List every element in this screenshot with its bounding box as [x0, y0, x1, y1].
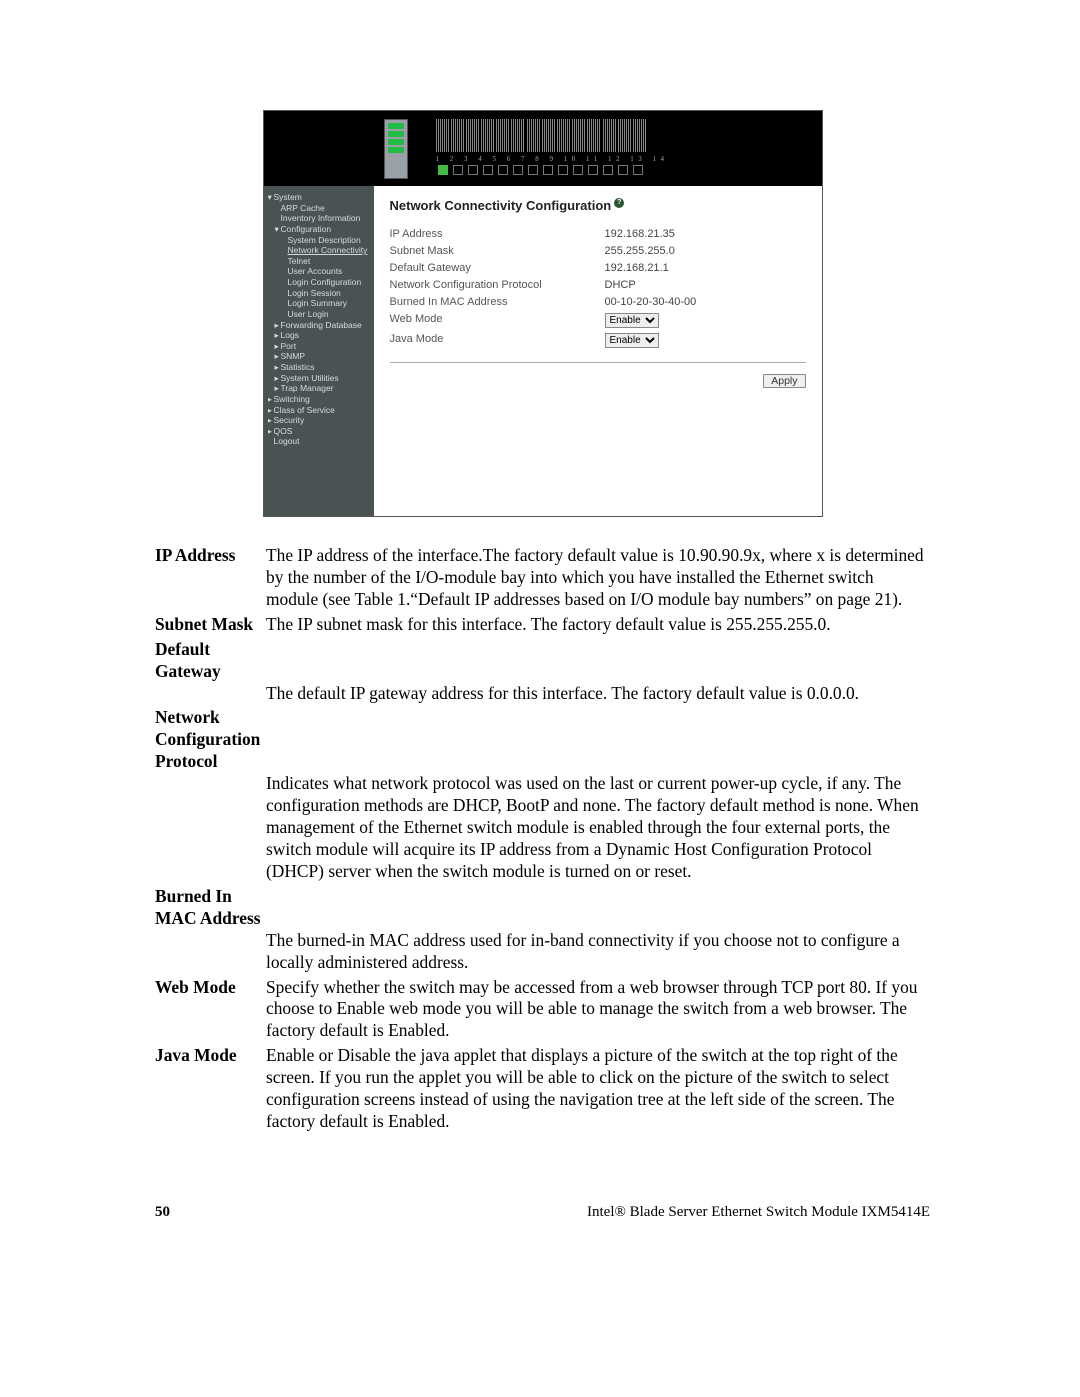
nav-item[interactable]: Logout [268, 436, 370, 447]
definition-term: Subnet Mask [155, 614, 266, 636]
config-label: Default Gateway [390, 262, 605, 274]
nav-item[interactable]: System Description [268, 235, 370, 246]
nav-item[interactable]: ▸Trap Manager [268, 383, 370, 394]
nav-item[interactable]: ▸System Utilities [268, 373, 370, 384]
nav-item[interactable]: ▸Class of Service [268, 405, 370, 416]
apply-button[interactable]: Apply [763, 374, 805, 388]
definition-body: The default IP gateway address for this … [266, 683, 930, 705]
nav-item[interactable]: Login Configuration [268, 277, 370, 288]
nav-item[interactable]: User Accounts [268, 266, 370, 277]
page-number: 50 [155, 1204, 170, 1221]
config-value: DHCP [605, 279, 806, 291]
config-row: IP Address192.168.21.35 [390, 225, 806, 242]
definition-term: Java Mode [155, 1045, 266, 1133]
page-title-text: Network Connectivity Configuration [390, 198, 612, 213]
definition-item: Subnet MaskThe IP subnet mask for this i… [155, 614, 930, 636]
definition-body: Specify whether the switch may be access… [266, 977, 930, 1043]
admin-screenshot: 1 2 3 4 5 6 7 8 9 10 11 12 13 14 ▾System… [263, 110, 823, 517]
definition-item: IP AddressThe IP address of the interfac… [155, 545, 930, 611]
config-row: Subnet Mask255.255.255.0 [390, 242, 806, 259]
page-footer: 50 Intel® Blade Server Ethernet Switch M… [155, 1204, 930, 1221]
nav-item[interactable]: ▾System [268, 192, 370, 203]
port-leds [438, 165, 643, 175]
nav-item[interactable]: Login Summary [268, 298, 370, 309]
definition-item: Java ModeEnable or Disable the java appl… [155, 1045, 930, 1133]
nav-item[interactable]: Telnet [268, 256, 370, 267]
config-value: 192.168.21.35 [605, 228, 806, 240]
definitions-block: IP AddressThe IP address of the interfac… [155, 545, 930, 1133]
switch-front-panel [384, 119, 408, 179]
definition-body: The IP address of the interface.The fact… [266, 545, 930, 611]
config-row: Network Configuration ProtocolDHCP [390, 276, 806, 293]
definition-term: Default Gateway [155, 639, 266, 683]
help-icon[interactable]: ? [614, 198, 624, 208]
content-pane: Network Connectivity Configuration? IP A… [374, 186, 822, 516]
nav-item[interactable]: ▸Port [268, 341, 370, 352]
nav-item[interactable]: ▸Switching [268, 394, 370, 405]
page-title: Network Connectivity Configuration? [390, 198, 806, 213]
definition-body: Enable or Disable the java applet that d… [266, 1045, 930, 1133]
config-label: IP Address [390, 228, 605, 240]
nav-item[interactable]: User Login [268, 309, 370, 320]
definition-item: Burned In MAC AddressThe burned-in MAC a… [155, 886, 930, 974]
definition-body: The burned-in MAC address used for in-ba… [266, 930, 930, 974]
nav-item[interactable]: Login Session [268, 288, 370, 299]
port-bars [436, 119, 647, 152]
definition-item: Default GatewayThe default IP gateway ad… [155, 639, 930, 705]
definition-body: The IP subnet mask for this interface. T… [266, 614, 930, 636]
definition-term: IP Address [155, 545, 266, 611]
definition-body: Indicates what network protocol was used… [266, 773, 930, 883]
definition-item: Network Configuration ProtocolIndicates … [155, 707, 930, 882]
nav-item[interactable]: Inventory Information [268, 213, 370, 224]
config-row: Burned In MAC Address00-10-20-30-40-00 [390, 293, 806, 310]
config-select[interactable]: Enable [605, 333, 659, 348]
nav-item[interactable]: ARP Cache [268, 203, 370, 214]
definition-term: Burned In MAC Address [155, 886, 266, 930]
config-value: 00-10-20-30-40-00 [605, 296, 806, 308]
nav-item[interactable]: ▸Security [268, 415, 370, 426]
definition-item: Web ModeSpecify whether the switch may b… [155, 977, 930, 1043]
config-row: Web ModeEnable [390, 310, 806, 330]
definition-term: Web Mode [155, 977, 266, 1043]
nav-item[interactable]: Network Connectivity [268, 245, 370, 256]
config-row: Default Gateway192.168.21.1 [390, 259, 806, 276]
config-row: Java ModeEnable [390, 330, 806, 350]
definition-term: Network Configuration Protocol [155, 707, 266, 773]
switch-applet-area: 1 2 3 4 5 6 7 8 9 10 11 12 13 14 [264, 111, 822, 186]
config-value: 255.255.255.0 [605, 245, 806, 257]
nav-item[interactable]: ▾Configuration [268, 224, 370, 235]
nav-item[interactable]: ▸SNMP [268, 351, 370, 362]
config-label: Web Mode [390, 313, 605, 328]
config-label: Java Mode [390, 333, 605, 348]
config-label: Subnet Mask [390, 245, 605, 257]
port-numbers: 1 2 3 4 5 6 7 8 9 10 11 12 13 14 [436, 155, 669, 163]
nav-item[interactable]: ▸QOS [268, 426, 370, 437]
nav-item[interactable]: ▸Forwarding Database [268, 320, 370, 331]
nav-item[interactable]: ▸Logs [268, 330, 370, 341]
book-title: Intel® Blade Server Ethernet Switch Modu… [587, 1204, 930, 1221]
config-label: Burned In MAC Address [390, 296, 605, 308]
nav-item[interactable]: ▸Statistics [268, 362, 370, 373]
config-value: 192.168.21.1 [605, 262, 806, 274]
config-select[interactable]: Enable [605, 313, 659, 328]
config-label: Network Configuration Protocol [390, 279, 605, 291]
nav-tree: ▾SystemARP CacheInventory Information▾Co… [264, 186, 374, 516]
